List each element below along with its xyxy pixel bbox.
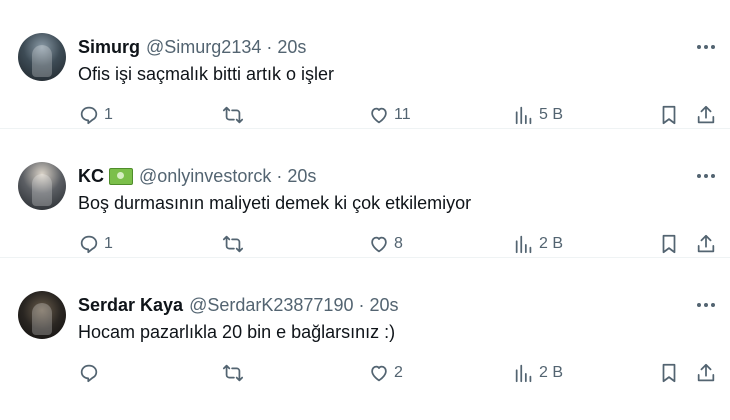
like-count: 2 (394, 364, 403, 381)
action-bar: 1 11 5 B (78, 103, 720, 127)
like-count: 8 (394, 235, 403, 252)
like-count: 11 (394, 106, 411, 123)
tweet-header: KC @onlyinvestorck · 20s (78, 165, 316, 187)
bookmark-button[interactable] (658, 361, 680, 385)
views-button[interactable]: 2 B (513, 232, 563, 256)
views-button[interactable]: 2 B (513, 361, 563, 385)
view-count: 2 B (539, 235, 564, 252)
reply-button[interactable] (78, 361, 104, 385)
avatar[interactable] (18, 162, 66, 210)
share-icon (697, 105, 715, 124)
tweet[interactable]: Serdar Kaya @SerdarK23877190 · 20s Hocam… (0, 258, 730, 387)
share-icon (697, 363, 715, 382)
display-name[interactable]: Simurg (78, 37, 140, 58)
like-button[interactable]: 11 (368, 103, 411, 127)
bookmark-icon (662, 234, 676, 254)
avatar[interactable] (18, 33, 66, 81)
heart-icon (371, 236, 387, 253)
tweet-text: Hocam pazarlıkla 20 bin e bağlarsınız :) (78, 322, 396, 342)
reply-button[interactable]: 1 (78, 232, 113, 256)
avatar[interactable] (18, 291, 66, 339)
display-name[interactable]: KC (78, 166, 104, 187)
display-name[interactable]: Serdar Kaya (78, 295, 183, 316)
separator-dot: · (358, 294, 365, 315)
timestamp[interactable]: 20s (287, 166, 316, 187)
bookmark-icon (662, 363, 676, 383)
reply-count: 1 (104, 106, 113, 123)
retweet-button[interactable] (222, 103, 248, 127)
user-handle[interactable]: @onlyinvestorck (139, 166, 271, 187)
retweet-button[interactable] (222, 361, 248, 385)
heart-icon (371, 365, 387, 382)
views-chart-icon (515, 364, 532, 383)
retweet-button[interactable] (222, 232, 248, 256)
share-button[interactable] (695, 361, 717, 385)
action-bar: 2 2 B (78, 361, 720, 385)
tweet[interactable]: Simurg @Simurg2134 · 20s Ofis işi saçmal… (0, 0, 730, 129)
retweet-icon (222, 364, 244, 382)
separator-dot: · (276, 165, 283, 186)
more-dots-icon[interactable] (694, 166, 718, 186)
share-button[interactable] (695, 103, 717, 127)
share-icon (697, 234, 715, 253)
like-button[interactable]: 2 (368, 361, 403, 385)
money-emoji-icon (109, 167, 133, 185)
bookmark-button[interactable] (658, 232, 680, 256)
views-button[interactable]: 5 B (513, 103, 563, 127)
timestamp[interactable]: 20s (277, 37, 306, 58)
tweet-header: Simurg @Simurg2134 · 20s (78, 36, 306, 58)
timestamp[interactable]: 20s (369, 295, 398, 316)
retweet-icon (222, 106, 244, 124)
reply-icon (80, 106, 98, 125)
like-button[interactable]: 8 (368, 232, 403, 256)
bookmark-button[interactable] (658, 103, 680, 127)
tweet-text: Boş durmasının maliyeti demek ki çok etk… (78, 193, 472, 213)
user-handle[interactable]: @SerdarK23877190 (189, 295, 353, 316)
tweet-header: Serdar Kaya @SerdarK23877190 · 20s (78, 294, 399, 316)
bookmark-icon (662, 105, 676, 125)
user-handle[interactable]: @Simurg2134 (146, 37, 261, 58)
more-dots-icon[interactable] (694, 37, 718, 57)
share-button[interactable] (695, 232, 717, 256)
reply-icon (80, 235, 98, 254)
reply-button[interactable]: 1 (78, 103, 113, 127)
tweet-text: Ofis işi saçmalık bitti artık o işler (78, 64, 335, 84)
heart-icon (371, 107, 387, 124)
views-chart-icon (515, 235, 532, 254)
separator-dot: · (266, 36, 273, 57)
action-bar: 1 8 2 B (78, 232, 720, 256)
more-dots-icon[interactable] (694, 295, 718, 315)
tweet[interactable]: KC @onlyinvestorck · 20s Boş durmasının … (0, 129, 730, 258)
reply-icon (80, 364, 98, 383)
views-chart-icon (515, 106, 532, 125)
reply-count: 1 (104, 235, 113, 252)
retweet-icon (222, 235, 244, 253)
view-count: 2 B (539, 364, 564, 381)
view-count: 5 B (539, 106, 564, 123)
